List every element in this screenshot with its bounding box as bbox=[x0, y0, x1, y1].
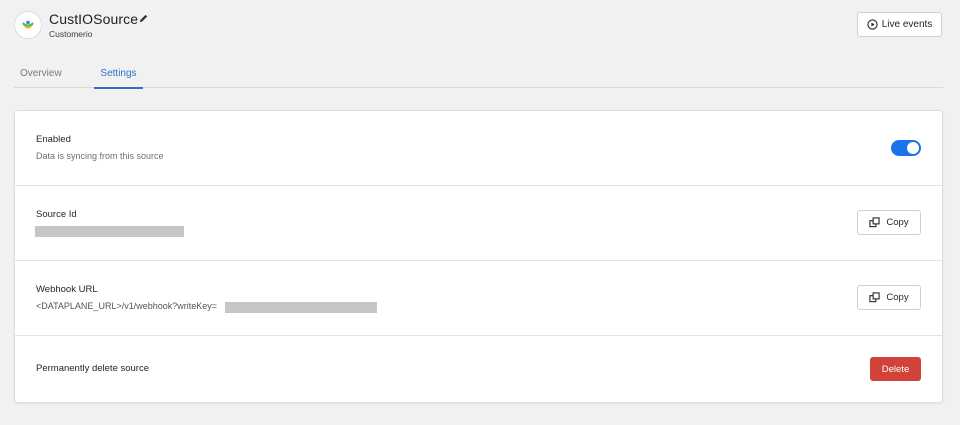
enabled-label: Enabled bbox=[36, 134, 71, 145]
tab-overview[interactable]: Overview bbox=[20, 68, 62, 88]
source-logo bbox=[14, 11, 42, 39]
delete-label: Permanently delete source bbox=[36, 363, 150, 374]
enabled-description: Data is syncing from this source bbox=[36, 151, 164, 161]
webhook-label: Webhook URL bbox=[36, 284, 98, 295]
customerio-logo-icon bbox=[22, 20, 34, 29]
source-type: Customerio bbox=[49, 29, 93, 39]
webhook-url: <DATAPLANE_URL>/v1/webhook?writeKey= bbox=[36, 301, 218, 311]
live-events-label: Live events bbox=[881, 19, 933, 30]
settings-card: Enabled Data is syncing from this source… bbox=[14, 110, 943, 403]
enabled-row: Enabled Data is syncing from this source bbox=[15, 111, 942, 186]
source-id-value-redacted bbox=[35, 226, 184, 237]
pencil-icon[interactable] bbox=[138, 13, 149, 24]
copy-icon bbox=[869, 217, 881, 228]
play-circle-icon bbox=[867, 19, 878, 30]
tab-settings[interactable]: Settings bbox=[94, 68, 143, 89]
copy-label: Copy bbox=[886, 217, 909, 228]
copy-webhook-button[interactable]: Copy bbox=[857, 285, 921, 310]
source-id-row: Source Id Copy bbox=[15, 186, 942, 261]
copy-icon bbox=[869, 292, 881, 303]
page-title: CustIOSource bbox=[49, 11, 139, 27]
write-key-redacted bbox=[225, 302, 377, 313]
webhook-row: Webhook URL <DATAPLANE_URL>/v1/webhook?w… bbox=[15, 261, 942, 336]
copy-source-id-button[interactable]: Copy bbox=[857, 210, 921, 235]
source-id-label: Source Id bbox=[36, 209, 77, 220]
toggle-knob bbox=[907, 142, 919, 154]
live-events-button[interactable]: Live events bbox=[857, 12, 942, 37]
delete-source-button[interactable]: Delete bbox=[870, 357, 921, 381]
copy-label: Copy bbox=[886, 292, 909, 303]
delete-row: Permanently delete source Delete bbox=[15, 336, 942, 404]
tab-bar: Overview Settings bbox=[14, 65, 943, 89]
enabled-toggle[interactable] bbox=[891, 140, 921, 156]
